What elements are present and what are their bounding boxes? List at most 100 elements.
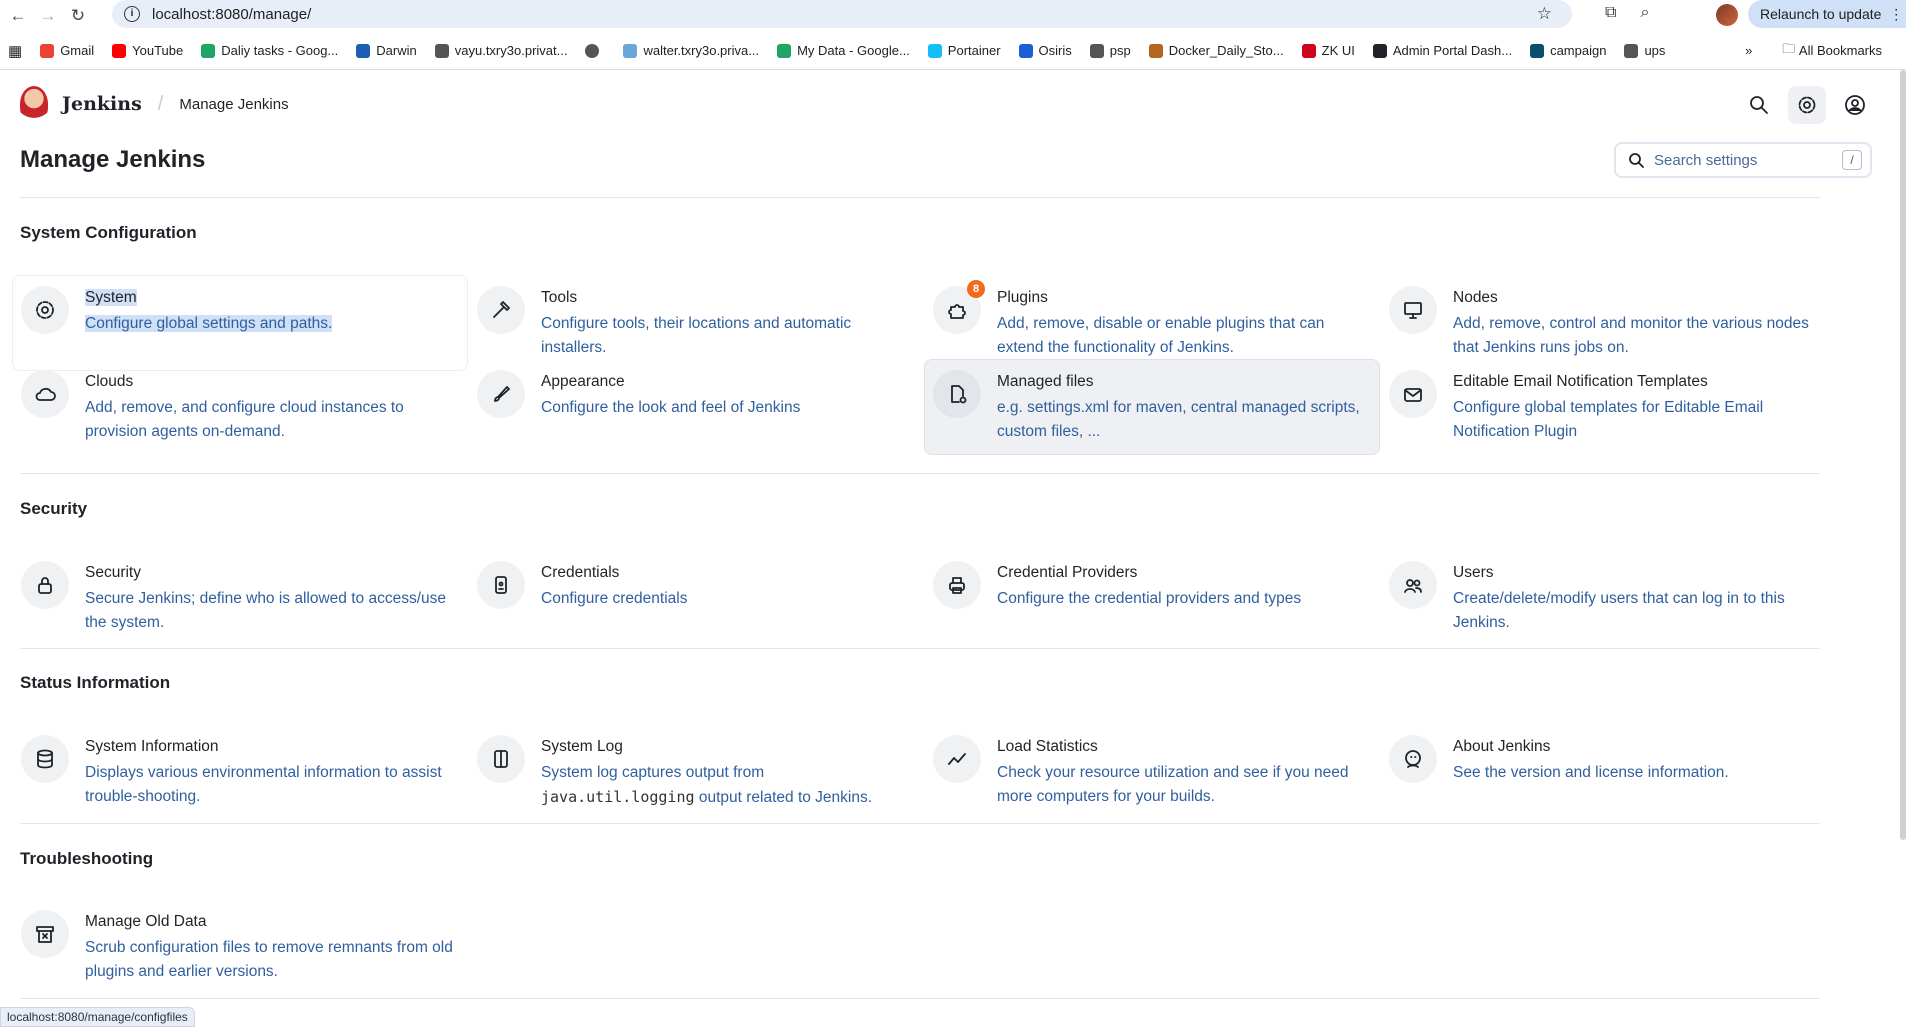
bookmark-favicon-icon (777, 43, 792, 58)
desc-text: output related to Jenkins. (694, 789, 873, 806)
item-description: Configure global settings and paths. (85, 312, 459, 336)
jenkins-logo[interactable] (20, 86, 48, 122)
manage-item-security[interactable]: Security Secure Jenkins; define who is a… (12, 550, 468, 646)
gear-icon (21, 286, 69, 334)
browser-toolbar: ← → ↻ i localhost:8080/manage/ ☆ ⧉ ⌕ Rela… (0, 0, 1906, 32)
desc-text: Configure the credential providers and t… (997, 590, 1302, 607)
bookmark-item[interactable]: YouTube (112, 43, 183, 58)
forward-icon[interactable]: → (36, 6, 60, 26)
bookmark-favicon-icon (1301, 43, 1316, 58)
bookmark-item[interactable] (585, 43, 605, 58)
item-title: Clouds (85, 373, 134, 390)
manage-item-nodes[interactable]: Nodes Add, remove, control and monitor t… (1380, 275, 1836, 371)
all-bookmarks[interactable]: 🗀 All Bookmarks (1782, 40, 1882, 62)
search-icon (1629, 153, 1644, 168)
item-title: Appearance (541, 373, 625, 390)
breadcrumb-manage-jenkins[interactable]: Manage Jenkins (179, 96, 288, 113)
bookmarks-bar: ▦ Gmail YouTube Daliy tasks - Goog... Darwi… (0, 32, 1906, 70)
bookmark-label: My Data - Google... (797, 43, 910, 58)
url-text[interactable]: localhost:8080/manage/ (152, 6, 311, 23)
manage-item-system[interactable]: System Configure global settings and pat… (12, 275, 468, 371)
bookmark-item[interactable]: Portainer (927, 43, 1001, 58)
user-button[interactable] (1836, 86, 1874, 124)
item-title: Editable Email Notification Templates (1453, 373, 1708, 390)
bookmark-label: Gmail (60, 43, 95, 58)
bookmark-item[interactable]: psp (1089, 43, 1131, 58)
manage-item-clouds[interactable]: Clouds Add, remove, and configure cloud … (12, 359, 468, 455)
bookmark-label: Osiris (1038, 43, 1072, 58)
item-title: Managed files (997, 373, 1094, 390)
bookmark-item[interactable]: My Data - Google... (777, 43, 910, 58)
manage-item-managed-files[interactable]: Managed files e.g. settings.xml for mave… (924, 359, 1380, 455)
bookmark-item[interactable]: campaign (1530, 43, 1606, 58)
more-bookmarks-icon[interactable]: » (1745, 43, 1752, 58)
manage-item-about-jenkins[interactable]: About Jenkins See the version and licens… (1380, 724, 1836, 821)
search-icon (1750, 96, 1768, 114)
page-title: Manage Jenkins (20, 146, 206, 173)
all-bookmarks-label: All Bookmarks (1798, 43, 1882, 58)
bookmark-label: Daliy tasks - Goog... (221, 43, 339, 58)
section-divider (20, 998, 1820, 999)
apps-icon[interactable]: ▦ (8, 42, 22, 60)
manage-item-editable-email-notification-templates[interactable]: Editable Email Notification Templates Co… (1380, 359, 1836, 455)
scrollbar[interactable] (1900, 70, 1906, 840)
bookmark-item[interactable]: ZK UI (1301, 43, 1355, 58)
desc-text: Secure Jenkins; define who is allowed to… (85, 590, 447, 631)
address-bar[interactable]: i localhost:8080/manage/ ☆ (112, 0, 1572, 28)
site-info-icon[interactable]: i (124, 6, 140, 22)
brand-name[interactable]: Jenkins (62, 93, 142, 115)
manage-item-load-statistics[interactable]: Load Statistics Check your resource util… (924, 724, 1380, 821)
manage-item-manage-old-data[interactable]: Manage Old Data Scrub configuration file… (12, 899, 468, 995)
bookmark-favicon-icon (201, 43, 216, 58)
manage-item-plugins[interactable]: 8 Plugins Add, remove, disable or enable… (924, 275, 1380, 371)
bookmark-item[interactable]: Daliy tasks - Goog... (201, 43, 338, 58)
relaunch-button[interactable]: Relaunch to update ⋮ (1748, 0, 1906, 28)
bookmark-favicon-icon (1624, 43, 1639, 58)
manage-item-system-log[interactable]: System Log System log captures output fr… (468, 724, 924, 821)
desc-text: Add, remove, disable or enable plugins t… (997, 315, 1325, 356)
item-title: Plugins (997, 289, 1048, 306)
bookmark-favicon-icon (1148, 43, 1163, 58)
bookmark-favicon-icon (356, 43, 371, 58)
manage-item-tools[interactable]: Tools Configure tools, their locations a… (468, 275, 924, 371)
desc-text: See the version and license information. (1453, 764, 1729, 781)
bookmark-item[interactable]: vayu.txry3o.privat... (434, 43, 567, 58)
item-description: Scrub configuration files to remove remn… (85, 936, 459, 984)
bookmark-star-icon[interactable]: ☆ (1537, 4, 1552, 24)
profile-avatar[interactable] (1716, 4, 1738, 26)
search-button[interactable] (1740, 86, 1778, 124)
bookmark-item[interactable]: Osiris (1018, 43, 1072, 58)
bookmark-favicon-icon (112, 43, 127, 58)
reload-icon[interactable]: ↻ (66, 6, 90, 26)
jenkins-header: Jenkins / Manage Jenkins (20, 86, 1906, 124)
back-icon[interactable]: ← (6, 6, 30, 26)
panel-icon (477, 735, 525, 783)
brush-icon (477, 370, 525, 418)
bookmark-item[interactable]: walter.txry3o.priva... (623, 43, 759, 58)
extensions-icon[interactable]: ⧉ (1605, 4, 1616, 22)
bookmark-item[interactable]: ups (1624, 43, 1665, 58)
manage-item-appearance[interactable]: Appearance Configure the look and feel o… (468, 359, 924, 455)
bookmark-item[interactable]: Admin Portal Dash... (1372, 43, 1512, 58)
bookmark-label: walter.txry3o.priva... (643, 43, 760, 58)
manage-item-system-information[interactable]: System Information Displays various envi… (12, 724, 468, 821)
settings-row: Manage Old Data Scrub configuration file… (12, 899, 1832, 995)
item-description: Configure tools, their locations and aut… (541, 312, 915, 360)
lens-icon[interactable]: ⌕ (1640, 4, 1649, 22)
trend-icon (933, 735, 981, 783)
bookmark-favicon-icon (1530, 43, 1545, 58)
settings-row: System Information Displays various envi… (12, 724, 1832, 821)
desc-text: Check your resource utilization and see … (997, 764, 1349, 805)
manage-item-users[interactable]: Users Create/delete/modify users that ca… (1380, 550, 1836, 646)
search-placeholder: Search settings (1654, 151, 1758, 169)
search-settings-input[interactable]: Search settings / (1614, 142, 1872, 178)
manage-item-credential-providers[interactable]: Credential Providers Configure the crede… (924, 550, 1380, 646)
manage-item-credentials[interactable]: Credentials Configure credentials (468, 550, 924, 646)
settings-button[interactable] (1788, 86, 1826, 124)
bookmark-item[interactable]: Gmail (40, 43, 94, 58)
desc-text: Add, remove, and configure cloud instanc… (85, 399, 404, 440)
item-description: Configure credentials (541, 587, 915, 611)
bookmark-item[interactable]: Darwin (356, 43, 417, 58)
bookmark-item[interactable]: Docker_Daily_Sto... (1148, 43, 1284, 58)
id-card-icon (477, 561, 525, 609)
